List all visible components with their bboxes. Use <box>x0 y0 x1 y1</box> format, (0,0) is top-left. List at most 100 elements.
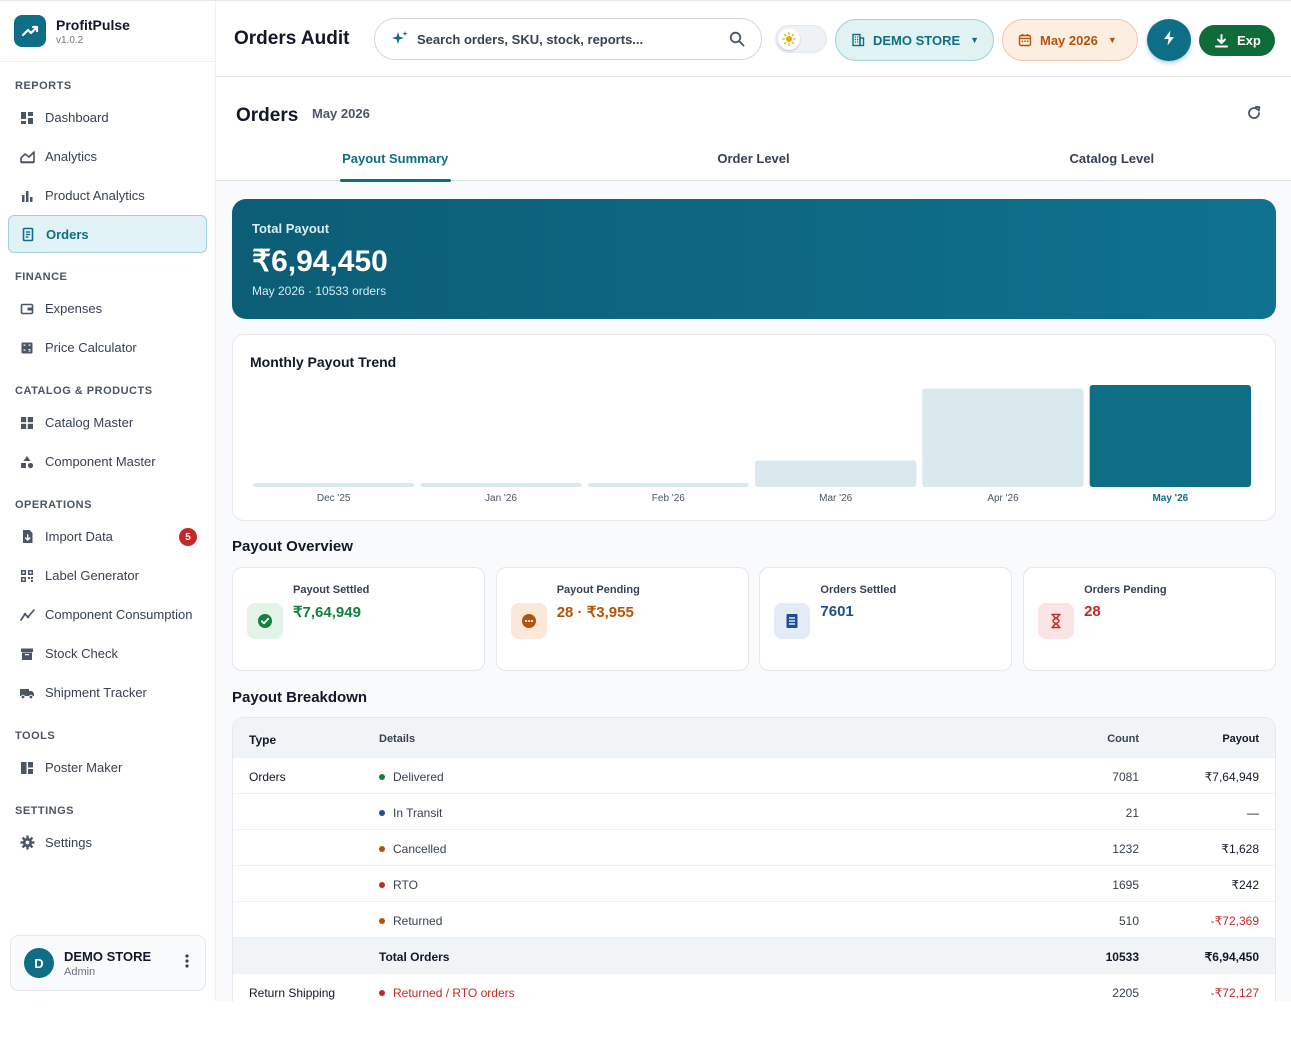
search-icon[interactable] <box>729 31 745 50</box>
sidebar-item-expenses[interactable]: Expenses <box>0 289 215 328</box>
sidebar-item-label-generator[interactable]: Label Generator <box>0 556 215 595</box>
truck-icon <box>19 685 35 701</box>
calendar-icon <box>1018 33 1032 47</box>
total-payout-label: Total Payout <box>252 221 330 236</box>
search-input[interactable]: Search orders, SKU, stock, reports... <box>374 18 762 60</box>
more-options-icon[interactable] <box>185 954 189 973</box>
sidebar-item-orders[interactable]: Orders <box>8 215 207 253</box>
nav-section-title: SETTINGS <box>15 805 75 817</box>
cell-details-text: Delivered <box>393 770 444 784</box>
sidebar-item-label: Shipment Tracker <box>45 685 147 700</box>
col-payout: Payout <box>1222 733 1259 745</box>
refresh-icon[interactable] <box>1246 105 1262 126</box>
main-content: Orders Audit Search orders, SKU, stock, … <box>216 1 1291 1001</box>
app-window: ProfitPulse v1.0.2 REPORTS Dashboard Analy… <box>0 0 1291 1001</box>
gear-icon <box>19 835 35 851</box>
overview-card-orders-pending[interactable]: Orders Pending 28 <box>1023 567 1277 671</box>
brand[interactable]: ProfitPulse v1.0.2 <box>0 1 215 62</box>
grid-icon <box>19 415 35 431</box>
trend-bar[interactable] <box>420 483 582 487</box>
store-selector[interactable]: DEMO STORE ▼ <box>835 19 994 61</box>
sidebar-item-settings[interactable]: Settings <box>0 823 215 862</box>
overview-card-payout-settled[interactable]: Payout Settled ₹7,64,949 <box>232 567 485 671</box>
status-dot <box>379 846 385 852</box>
theme-toggle[interactable] <box>775 25 827 53</box>
sidebar-item-dashboard[interactable]: Dashboard <box>0 98 215 137</box>
sidebar-item-analytics[interactable]: Analytics <box>0 137 215 176</box>
sidebar-item-label: Price Calculator <box>45 340 137 355</box>
sidebar-item-label: Analytics <box>45 149 98 164</box>
cell-count: 10533 <box>1105 950 1139 964</box>
cell-payout: — <box>1247 806 1259 820</box>
sidebar-item-label: Label Generator <box>45 568 139 583</box>
analytics-icon <box>19 149 35 165</box>
overview-card-value: 28 · ₹3,955 <box>556 604 634 621</box>
overview-card-label: Orders Pending <box>1084 584 1167 596</box>
sidebar-item-product-analytics[interactable]: Product Analytics <box>0 176 215 215</box>
nav-section-title: CATALOG & PRODUCTS <box>15 385 153 397</box>
cell-count: 7081 <box>1112 770 1139 784</box>
status-dot <box>379 918 385 924</box>
export-button[interactable]: Exp <box>1199 25 1275 56</box>
cell-payout: -₹72,127 <box>1210 986 1259 1000</box>
trend-bar[interactable] <box>755 460 917 487</box>
cell-count: 1695 <box>1112 878 1139 892</box>
period-selector[interactable]: May 2026 ▼ <box>1002 19 1138 61</box>
topbar: Orders Audit Search orders, SKU, stock, … <box>216 1 1291 77</box>
sidebar-item-shipment-tracker[interactable]: Shipment Tracker <box>0 673 215 712</box>
sidebar-item-import-data[interactable]: Import Data 5 <box>0 517 215 556</box>
tab-order-level[interactable]: Order Level <box>574 148 932 181</box>
trend-bar[interactable] <box>922 388 1084 487</box>
caret-down-icon: ▼ <box>970 35 980 45</box>
nav-section-title: OPERATIONS <box>15 499 92 511</box>
user-name: DEMO STORE <box>64 948 152 964</box>
search-placeholder: Search orders, SKU, stock, reports... <box>417 31 644 47</box>
cell-payout: -₹72,369 <box>1210 914 1259 928</box>
sidebar-item-label: Poster Maker <box>45 760 123 775</box>
sidebar-item-stock-check[interactable]: Stock Check <box>0 634 215 673</box>
trend-bar[interactable] <box>587 483 749 487</box>
table-row: Orders Delivered 7081 ₹7,64,949 <box>233 758 1275 794</box>
nav-section-title: FINANCE <box>15 271 68 283</box>
cell-details: RTO <box>379 878 418 892</box>
overview-card-orders-settled[interactable]: Orders Settled 7601 <box>759 567 1013 671</box>
total-payout-value: ₹6,94,450 <box>252 245 388 278</box>
sidebar-item-label: Expenses <box>45 301 103 316</box>
sidebar-item-catalog-master[interactable]: Catalog Master <box>0 403 215 442</box>
cell-details: Delivered <box>379 770 444 784</box>
table-body: Orders Delivered 7081 ₹7,64,949 In Transit 21… <box>233 758 1275 1001</box>
check-circle-icon <box>247 603 283 639</box>
quick-action-button[interactable] <box>1147 19 1191 61</box>
payout-breakdown-table: Type Details Count Payout Orders Delivere… <box>232 717 1276 1001</box>
sidebar-item-price-calculator[interactable]: Price Calculator <box>0 328 215 367</box>
cell-count: 2205 <box>1112 986 1139 1000</box>
file-import-icon <box>19 529 35 545</box>
wallet-icon <box>19 301 35 317</box>
trend-tick-label: Apr '26 <box>987 493 1019 504</box>
monthly-payout-trend-card: Monthly Payout Trend Dec '25 Jan '26 Feb '… <box>232 334 1276 521</box>
trend-tick-label: Jan '26 <box>485 493 517 504</box>
cell-payout: ₹7,64,949 <box>1204 770 1259 784</box>
building-icon <box>851 33 865 47</box>
tab-payout-summary[interactable]: Payout Summary <box>216 148 574 182</box>
user-card[interactable]: D DEMO STORE Admin <box>10 935 206 991</box>
trend-bar[interactable] <box>253 483 415 487</box>
archive-box-icon <box>19 646 35 662</box>
status-dot <box>379 810 385 816</box>
trend-bar[interactable] <box>1089 385 1251 487</box>
notification-badge: 5 <box>179 528 197 546</box>
overview-card-payout-pending[interactable]: Payout Pending 28 · ₹3,955 <box>495 567 749 671</box>
user-role: Admin <box>64 965 96 978</box>
orders-header: Orders May 2026 Payout Summary Order Lev… <box>216 77 1291 182</box>
sidebar-item-poster-maker[interactable]: Poster Maker <box>0 748 215 787</box>
tab-catalog-level[interactable]: Catalog Level <box>933 148 1291 181</box>
trend-tick-label: Dec '25 <box>317 493 351 504</box>
orders-tabs: Payout Summary Order Level Catalog Level <box>216 148 1291 182</box>
sidebar-item-component-master[interactable]: Component Master <box>0 442 215 481</box>
sidebar-item-label: Stock Check <box>45 646 118 661</box>
sidebar: ProfitPulse v1.0.2 REPORTS Dashboard Analy… <box>0 1 216 1001</box>
sidebar-item-component-consumption[interactable]: Component Consumption <box>0 595 215 634</box>
cell-count: 510 <box>1118 914 1139 928</box>
brand-name: ProfitPulse <box>56 16 130 33</box>
sidebar-item-label: Dashboard <box>45 110 109 125</box>
